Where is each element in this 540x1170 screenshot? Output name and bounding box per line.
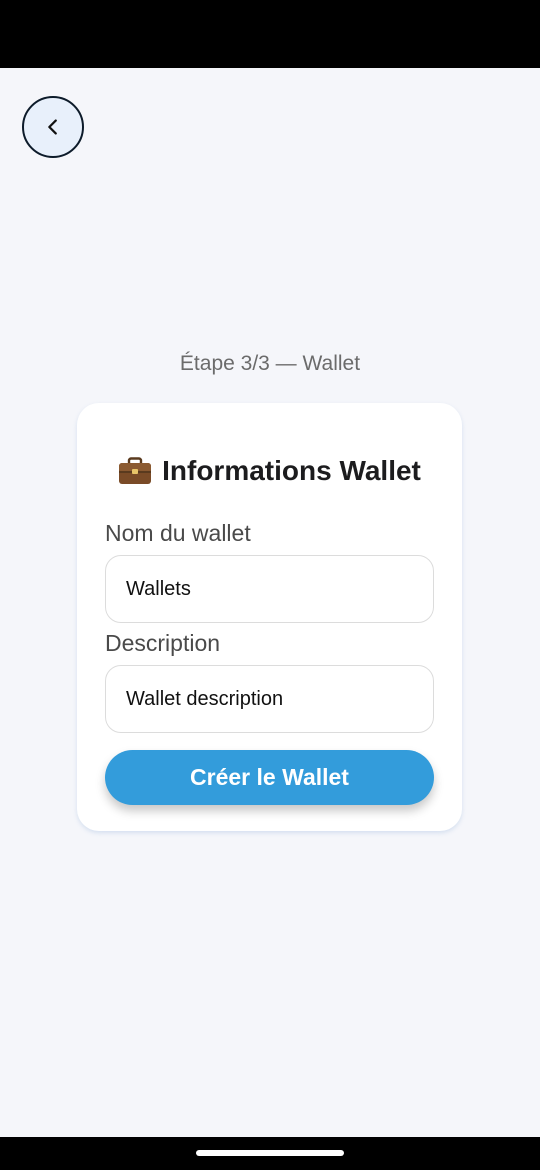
chevron-left-icon xyxy=(48,119,57,135)
card-title: Informations Wallet xyxy=(77,455,462,487)
card-title-text: Informations Wallet xyxy=(162,455,421,486)
create-wallet-button[interactable]: Créer le Wallet xyxy=(105,750,434,805)
description-input[interactable] xyxy=(105,665,434,733)
back-button[interactable] xyxy=(22,96,84,158)
description-label: Description xyxy=(105,630,221,656)
wallet-info-card: Informations Wallet Nom du wallet Descri… xyxy=(77,403,462,831)
wallet-name-label: Nom du wallet xyxy=(105,520,251,546)
wallet-name-input[interactable] xyxy=(105,555,434,623)
status-bar xyxy=(0,0,540,68)
briefcase-icon xyxy=(119,457,152,484)
step-indicator: Étape 3/3 — Wallet xyxy=(179,352,361,375)
home-indicator[interactable] xyxy=(196,1150,344,1156)
